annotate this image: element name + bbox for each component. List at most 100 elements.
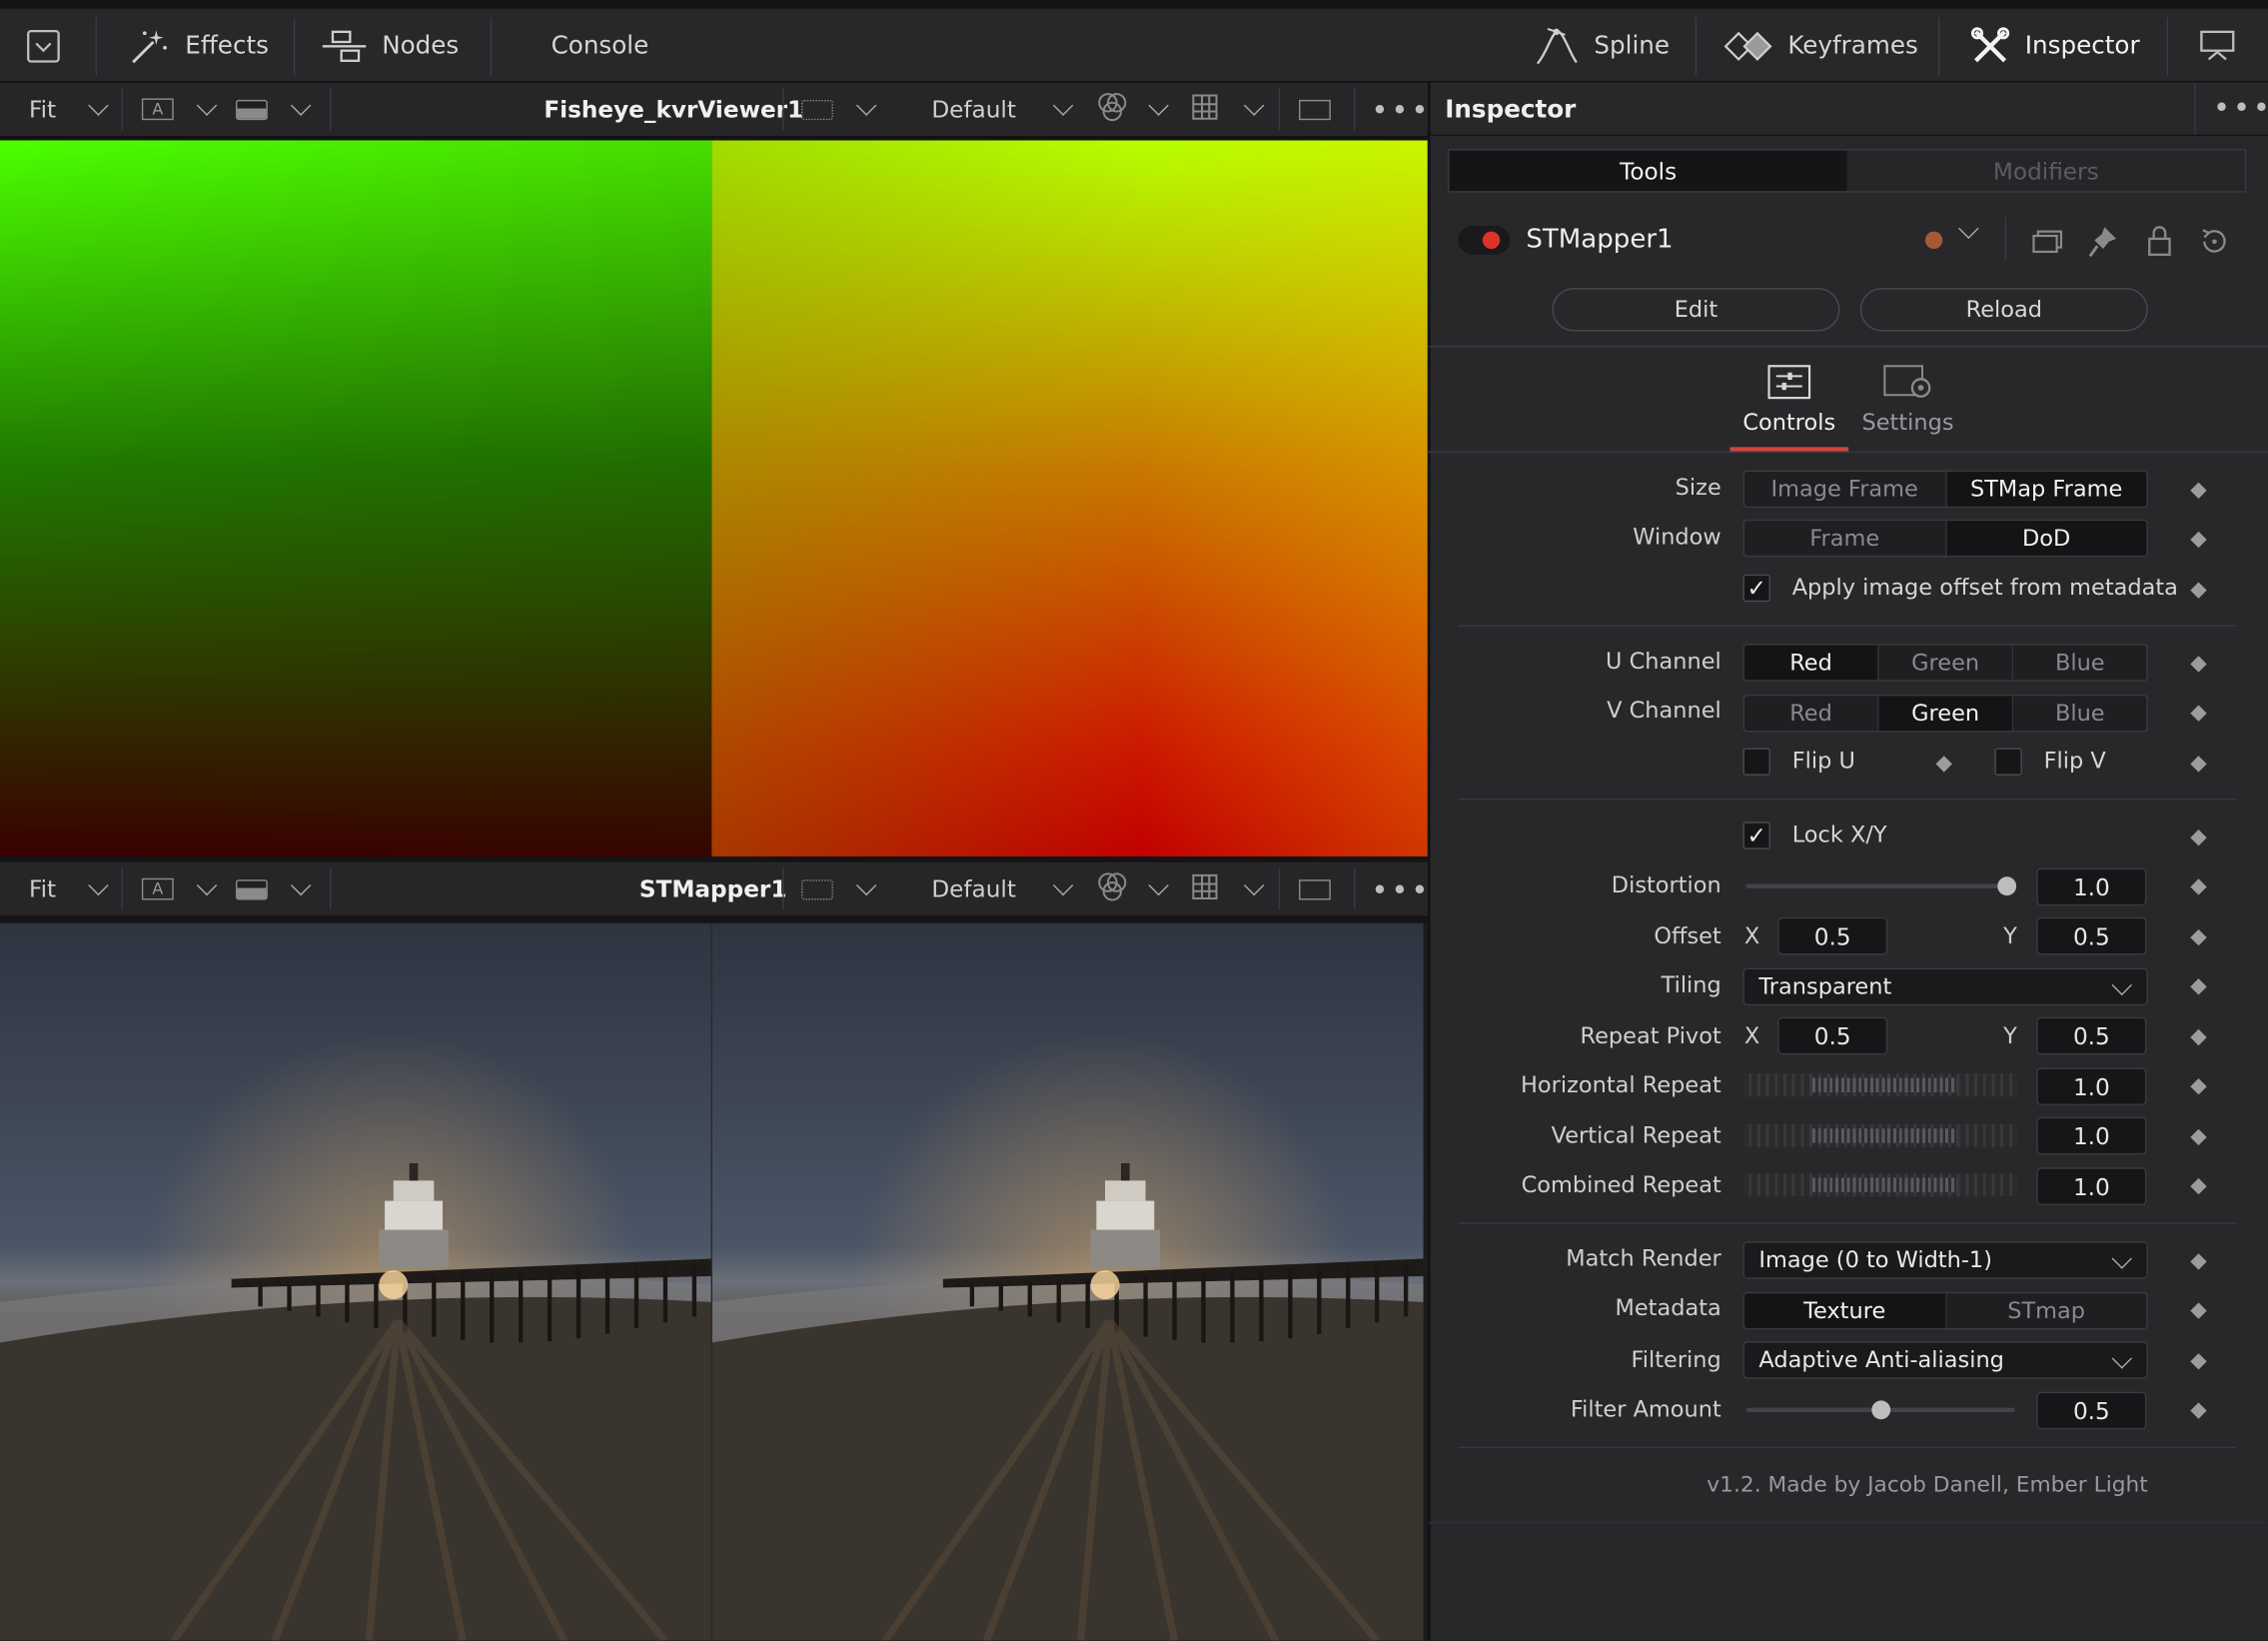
chevron-down-icon	[855, 95, 877, 116]
grid-dropdown[interactable]	[1192, 83, 1265, 137]
lut-dropdown[interactable]: Default	[931, 862, 1074, 916]
filtering-value: Adaptive Anti-aliasing	[1758, 1346, 2004, 1373]
pin-icon[interactable]	[2088, 226, 2117, 264]
lut-label: Default	[931, 95, 1016, 124]
stmap-right-image	[711, 140, 1428, 857]
repeat-pivot-x-field[interactable]: 0.5	[1777, 1016, 1888, 1055]
keyframes-label: Keyframes	[1787, 31, 1918, 61]
viewer-bottom-toolbar: Fit A STMapper1 Default •••	[0, 861, 1431, 917]
node-color-dropdown[interactable]	[1958, 218, 1979, 239]
horizontal-repeat-field[interactable]: 1.0	[2036, 1067, 2147, 1106]
console-button[interactable]: Console	[552, 17, 649, 75]
viewer-name[interactable]: Fisheye_kvrViewer1	[544, 83, 803, 137]
color-channels-dropdown[interactable]	[1096, 83, 1169, 137]
node-color-dot[interactable]	[1924, 231, 1943, 250]
node-enable-toggle[interactable]	[1458, 225, 1511, 255]
filter-amount-field[interactable]: 0.5	[2036, 1391, 2147, 1430]
combined-repeat-thumbwheel[interactable]	[1742, 1173, 2018, 1197]
size-option-stmap-frame[interactable]: STMap Frame	[1945, 471, 2147, 507]
match-render-dropdown[interactable]: Image (0 to Width-1)	[1742, 1241, 2148, 1279]
color-channels-dropdown[interactable]	[1096, 862, 1169, 916]
u-channel-green[interactable]: Green	[1879, 645, 2014, 681]
metadata-option-stmap[interactable]: STmap	[1946, 1293, 2147, 1328]
filter-amount-slider-knob[interactable]	[1871, 1400, 1891, 1420]
effects-button[interactable]: Effects	[127, 17, 269, 75]
roi-dropdown[interactable]	[801, 83, 877, 137]
window-option-dod[interactable]: DoD	[1945, 521, 2147, 556]
reset-icon[interactable]	[2199, 226, 2231, 264]
u-channel-red[interactable]: Red	[1743, 645, 1879, 681]
tab-tools[interactable]: Tools	[1449, 150, 1847, 192]
chevron-down-icon	[2111, 1348, 2133, 1369]
tab-modifiers[interactable]: Modifiers	[1846, 150, 2245, 192]
spline-button[interactable]: Spline	[1534, 17, 1670, 75]
offset-x-field[interactable]: 0.5	[1777, 916, 1888, 955]
window-option-frame[interactable]: Frame	[1744, 521, 1946, 556]
frame-toggle-button[interactable]	[1299, 862, 1331, 916]
fullscreen-button[interactable]	[2199, 17, 2237, 75]
fit-zoom-dropdown[interactable]: Fit	[28, 862, 109, 916]
horizontal-repeat-thumbwheel[interactable]	[1742, 1073, 2018, 1097]
versions-icon[interactable]	[2031, 229, 2063, 261]
roi-dropdown[interactable]	[801, 862, 877, 916]
version-credit-text: v1.2. Made by Jacob Danell, Ember Light	[1706, 1471, 2148, 1498]
filtering-dropdown[interactable]: Adaptive Anti-aliasing	[1742, 1341, 2148, 1379]
channel-a-dropdown[interactable]: A	[141, 83, 218, 137]
nodes-button[interactable]: Nodes	[321, 17, 459, 75]
more-options-icon[interactable]: •••	[1371, 862, 1431, 916]
reload-button[interactable]: Reload	[1859, 288, 2148, 332]
inspector-button[interactable]: Inspector	[1970, 17, 2140, 75]
spline-icon	[1534, 25, 1580, 68]
distortion-slider-knob[interactable]	[1997, 876, 2017, 896]
chevron-down-icon	[290, 95, 312, 116]
size-option-image-frame[interactable]: Image Frame	[1744, 471, 1946, 507]
more-options-icon[interactable]: •••	[1371, 83, 1431, 137]
fit-zoom-dropdown[interactable]: Fit	[29, 83, 109, 137]
distortion-slider-track[interactable]	[1745, 883, 2006, 888]
lock-xy-checkbox[interactable]: ✓	[1742, 821, 1770, 849]
view-mode-dropdown[interactable]	[235, 83, 312, 137]
workspace-menu-button[interactable]	[26, 17, 61, 75]
size-selector: Image Frame STMap Frame	[1742, 470, 2148, 509]
v-channel-green[interactable]: Green	[1878, 696, 2014, 732]
top-toolbar: Effects Nodes Console Spline Keyframes I…	[0, 0, 2268, 83]
spline-label: Spline	[1594, 31, 1671, 61]
console-label: Console	[551, 31, 649, 61]
distortion-value-field[interactable]: 1.0	[2036, 867, 2147, 906]
rgb-circles-icon	[1096, 90, 1128, 128]
keyframes-button[interactable]: Keyframes	[1723, 17, 1918, 75]
tiling-dropdown[interactable]: Transparent	[1742, 967, 2148, 1006]
tab-settings[interactable]: Settings	[1857, 362, 1958, 449]
fit-label: Fit	[28, 874, 57, 903]
viewer-name[interactable]: STMapper1	[639, 862, 787, 916]
vertical-repeat-field[interactable]: 1.0	[2036, 1116, 2147, 1155]
tab-controls[interactable]: Controls	[1729, 362, 1849, 452]
flip-u-label: Flip U	[1791, 748, 1855, 775]
edit-button[interactable]: Edit	[1552, 288, 1840, 332]
flip-u-checkbox[interactable]	[1742, 748, 1770, 776]
flip-v-checkbox[interactable]	[1994, 748, 2022, 776]
grid-dropdown[interactable]	[1192, 862, 1265, 916]
metadata-option-texture[interactable]: Texture	[1743, 1293, 1946, 1328]
combined-repeat-label: Combined Repeat	[1521, 1171, 1721, 1198]
grid-icon	[1192, 93, 1218, 125]
chevron-down-icon	[1053, 95, 1074, 116]
size-label: Size	[1675, 474, 1721, 501]
vertical-repeat-thumbwheel[interactable]	[1742, 1123, 2018, 1148]
frame-toggle-button[interactable]	[1299, 83, 1331, 137]
u-channel-blue[interactable]: Blue	[2013, 646, 2146, 681]
magic-wand-icon	[127, 25, 170, 68]
v-channel-red[interactable]: Red	[1744, 696, 1879, 732]
lut-dropdown[interactable]: Default	[931, 83, 1074, 137]
apply-offset-checkbox[interactable]: ✓	[1742, 574, 1770, 603]
repeat-pivot-y-field[interactable]: 0.5	[2036, 1016, 2147, 1055]
lut-label: Default	[931, 874, 1016, 903]
inspector-more-icon[interactable]: •••	[2213, 90, 2268, 125]
combined-repeat-field[interactable]: 1.0	[2036, 1167, 2147, 1205]
channel-a-dropdown[interactable]: A	[141, 862, 218, 916]
inspector-label: Inspector	[2024, 31, 2140, 61]
lock-icon[interactable]	[2146, 226, 2172, 264]
offset-y-field[interactable]: 0.5	[2036, 916, 2147, 955]
view-mode-dropdown[interactable]	[235, 862, 312, 916]
v-channel-blue[interactable]: Blue	[2013, 696, 2146, 731]
